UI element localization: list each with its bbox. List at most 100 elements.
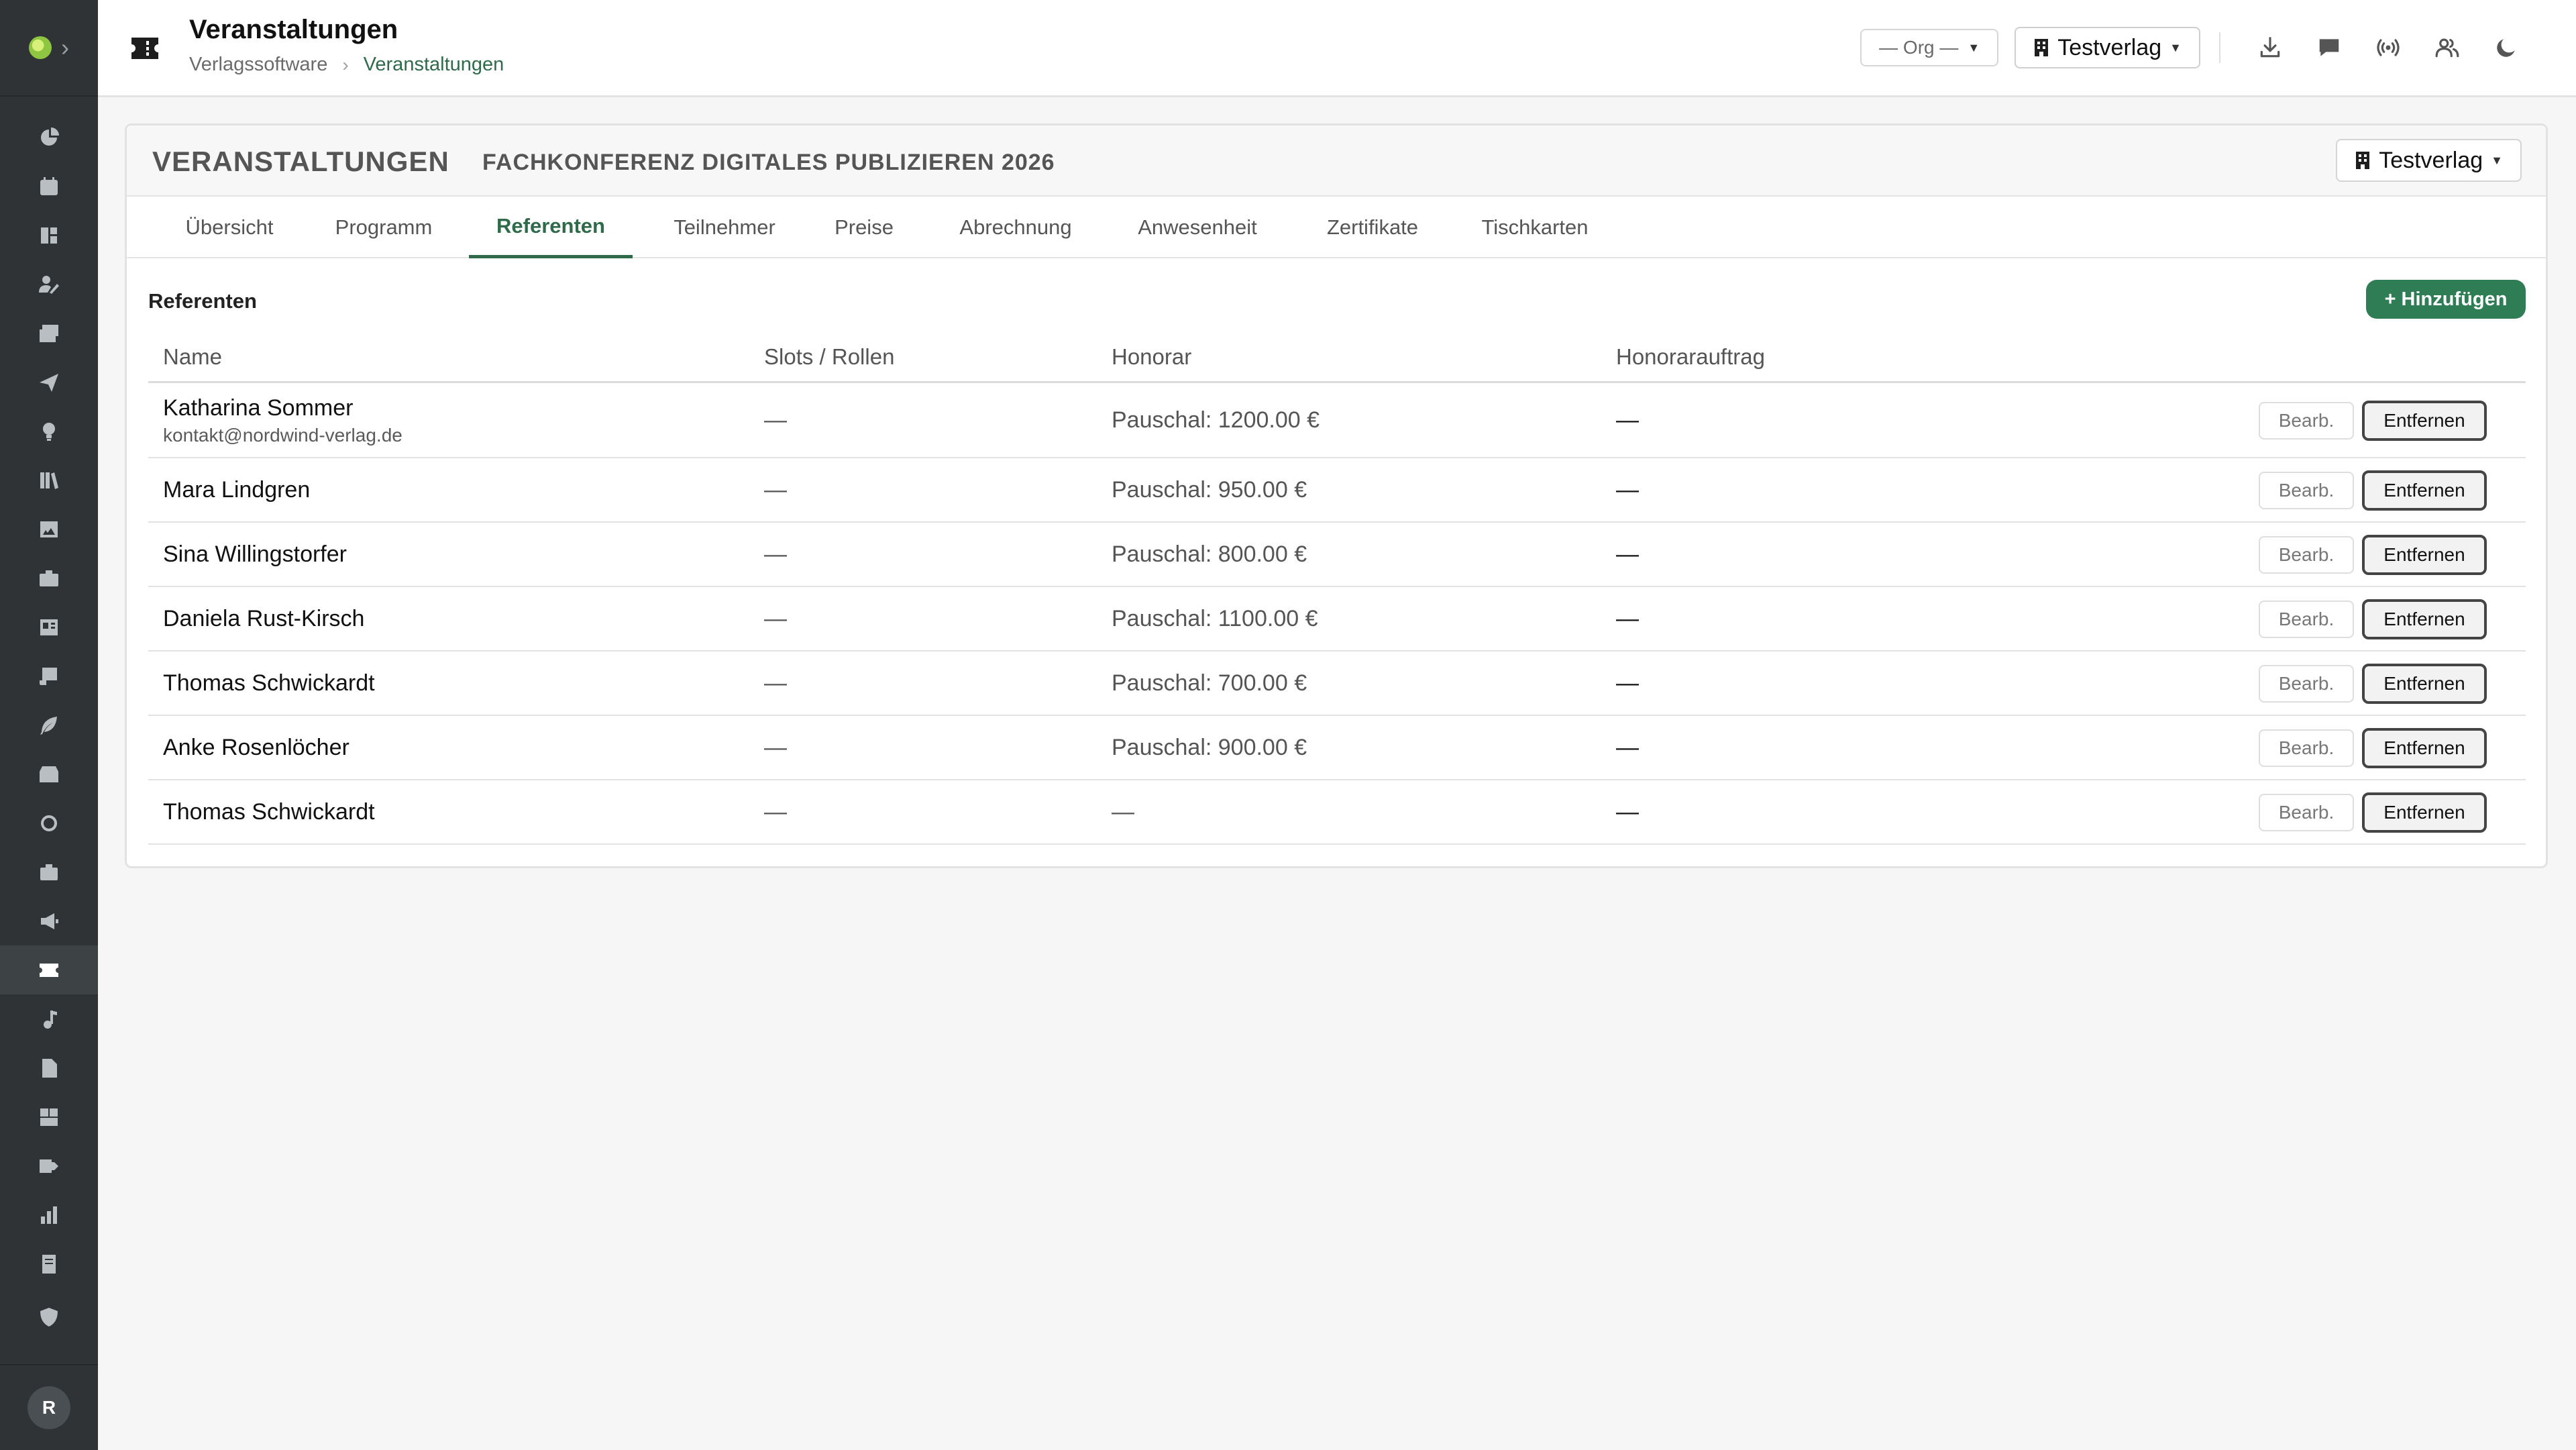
sidebar-item[interactable] xyxy=(0,896,98,945)
remove-button[interactable]: Entfernen xyxy=(2362,792,2487,833)
sidebar-item[interactable] xyxy=(0,260,98,309)
remove-button[interactable]: Entfernen xyxy=(2362,401,2487,441)
sidebar-header: › xyxy=(0,0,98,97)
tab-teilnehmer[interactable]: Teilnehmer xyxy=(654,197,795,258)
sidebar-expand-chevron-icon[interactable]: › xyxy=(61,36,69,60)
edit-button[interactable]: Bearb. xyxy=(2259,601,2354,638)
sidebar-item[interactable] xyxy=(0,113,98,162)
sidebar-item[interactable] xyxy=(0,1141,98,1190)
sidebar-item[interactable] xyxy=(0,701,98,749)
breadcrumb-home-link[interactable]: Verlagssoftware xyxy=(189,54,327,76)
tab-anwesenheit[interactable]: Anwesenheit xyxy=(1117,197,1278,258)
dashboard-icon xyxy=(41,127,59,146)
sidebar-item[interactable] xyxy=(0,309,98,358)
sidebar-item[interactable] xyxy=(0,994,98,1043)
sidebar-item[interactable] xyxy=(0,211,98,260)
sidebar-item[interactable] xyxy=(0,505,98,554)
users-button[interactable] xyxy=(2418,27,2477,68)
sidebar-item[interactable] xyxy=(0,1092,98,1141)
sidebar-item[interactable] xyxy=(0,652,98,701)
tab-referenten[interactable]: Referenten xyxy=(469,197,633,258)
table-row: Thomas Schwickardt — — — Bearb. Entfernen xyxy=(148,780,2526,845)
edit-button[interactable]: Bearb. xyxy=(2259,665,2354,703)
speaker-name: Thomas Schwickardt xyxy=(163,799,375,825)
document-icon xyxy=(42,1058,57,1078)
messages-button[interactable] xyxy=(2300,27,2359,68)
edit-button[interactable]: Bearb. xyxy=(2259,729,2354,767)
card-publisher-select[interactable]: Testverlag ▼ xyxy=(2336,139,2522,182)
sidebar-item[interactable] xyxy=(0,1292,98,1341)
sidebar-item[interactable] xyxy=(0,749,98,798)
sidebar-item[interactable] xyxy=(0,407,98,456)
column-header-fee: Honorar xyxy=(1112,344,1192,369)
remove-button[interactable]: Entfernen xyxy=(2362,599,2487,639)
app-logo[interactable] xyxy=(29,36,52,59)
sidebar-item[interactable] xyxy=(0,162,98,211)
table-row: Katharina Sommer kontakt@nordwind-verlag.… xyxy=(148,383,2526,458)
breadcrumb-current[interactable]: Veranstaltungen xyxy=(364,54,504,76)
music-icon xyxy=(44,1010,57,1029)
speaker-name: Sina Willingstorfer xyxy=(163,541,347,567)
org-select[interactable]: — Org — ▼ xyxy=(1860,29,1999,66)
remove-button[interactable]: Entfernen xyxy=(2362,470,2487,511)
speaker-slots: — xyxy=(764,541,787,567)
calendar-icon xyxy=(40,176,58,195)
table-row: Sina Willingstorfer — Pauschal: 800.00 € — B… xyxy=(148,523,2526,587)
sidebar-item[interactable] xyxy=(0,798,98,847)
speaker-slots: — xyxy=(764,735,787,760)
remove-button[interactable]: Entfernen xyxy=(2362,664,2487,704)
card-title: VERANSTALTUNGEN xyxy=(152,146,449,177)
tab-abrechnung[interactable]: Abrechnung xyxy=(938,197,1093,258)
tab-tischkarten[interactable]: Tischkarten xyxy=(1463,197,1607,258)
sidebar-item[interactable] xyxy=(0,945,98,994)
sidebar-item[interactable] xyxy=(0,1190,98,1239)
megaphone-icon xyxy=(41,913,58,929)
case-icon xyxy=(40,864,58,880)
sidebar-item[interactable] xyxy=(0,456,98,505)
speaker-fee-order: — xyxy=(1616,670,1639,696)
dark-mode-toggle[interactable] xyxy=(2477,27,2536,68)
speaker-fee: Pauschal: 700.00 € xyxy=(1112,670,1307,696)
sidebar-item[interactable] xyxy=(0,358,98,407)
edit-button[interactable]: Bearb. xyxy=(2259,472,2354,509)
publisher-select-value: Testverlag xyxy=(2057,34,2162,60)
mail-stack-icon xyxy=(40,324,58,342)
page-title: Veranstaltungen xyxy=(189,15,398,44)
sidebar-item[interactable] xyxy=(0,847,98,896)
shield-icon xyxy=(40,1307,58,1327)
broadcast-icon xyxy=(2377,39,2400,56)
edit-button[interactable]: Bearb. xyxy=(2259,402,2354,439)
add-speaker-button[interactable]: + Hinzufügen xyxy=(2366,280,2526,319)
warehouse-icon xyxy=(40,1108,58,1126)
edit-button[interactable]: Bearb. xyxy=(2259,536,2354,574)
user-avatar[interactable]: R xyxy=(28,1386,70,1429)
user-edit-icon xyxy=(39,275,59,294)
speaker-slots: — xyxy=(764,606,787,631)
column-header-slots: Slots / Rollen xyxy=(764,344,895,369)
speaker-fee: Pauschal: 800.00 € xyxy=(1112,541,1307,567)
speaker-fee-order: — xyxy=(1616,541,1639,567)
edit-button[interactable]: Bearb. xyxy=(2259,794,2354,831)
circle-icon xyxy=(41,815,58,831)
tab-programm[interactable]: Programm xyxy=(320,197,447,258)
tab-preise[interactable]: Preise xyxy=(814,197,914,258)
scroll-icon xyxy=(40,667,57,685)
sidebar-item[interactable] xyxy=(0,554,98,603)
sidebar-item[interactable] xyxy=(0,1043,98,1092)
remove-button[interactable]: Entfernen xyxy=(2362,535,2487,575)
publisher-select[interactable]: Testverlag ▼ xyxy=(2015,27,2200,68)
remove-button[interactable]: Entfernen xyxy=(2362,728,2487,768)
ticket-icon xyxy=(40,963,58,977)
image-icon xyxy=(40,521,58,537)
speaker-fee: Pauschal: 950.00 € xyxy=(1112,477,1307,503)
sidebar-item[interactable] xyxy=(0,603,98,652)
moon-icon xyxy=(2497,39,2515,57)
download-button[interactable] xyxy=(2241,27,2300,68)
broadcast-button[interactable] xyxy=(2359,27,2418,68)
bar-chart-icon xyxy=(41,1206,57,1224)
tab-uebersicht[interactable]: Übersicht xyxy=(166,197,293,258)
speaker-name: Katharina Sommer xyxy=(163,395,354,421)
tab-zertifikate[interactable]: Zertifikate xyxy=(1302,197,1443,258)
sidebar-item[interactable] xyxy=(0,1239,98,1288)
news-card-icon xyxy=(40,619,58,635)
